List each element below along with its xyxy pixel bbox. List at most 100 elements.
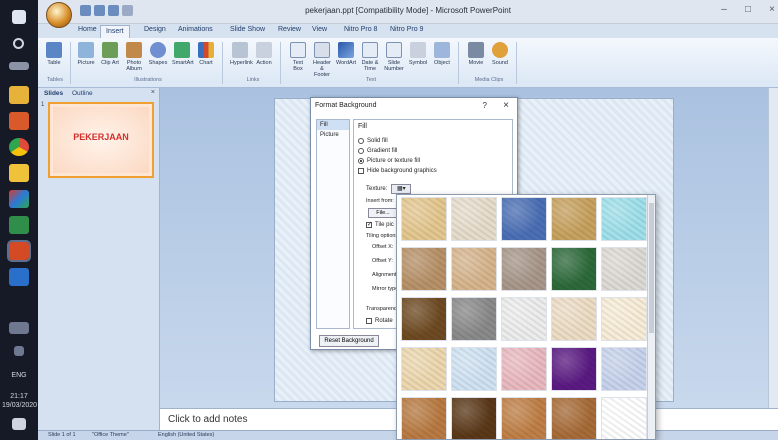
radio-button[interactable] [358,148,364,154]
shapes-button[interactable]: Shapes [148,42,168,66]
undo-icon[interactable] [94,5,105,16]
texture-swatch[interactable] [451,397,497,439]
tab-slide-show[interactable]: Slide Show [230,26,265,33]
nav-fill[interactable]: Fill [317,120,349,130]
texture-swatch[interactable] [401,397,447,439]
nav-picture[interactable]: Picture [317,130,349,140]
photo-album-button[interactable]: Photo Album [124,42,144,72]
tab-insert[interactable]: Insert [100,25,130,38]
texture-swatch[interactable] [601,197,647,241]
texture-swatch[interactable] [451,247,497,291]
maximize-button[interactable]: □ [738,4,758,15]
minimize-button[interactable]: – [714,4,734,15]
tab-review[interactable]: Review [278,26,301,33]
texture-swatch[interactable] [601,297,647,341]
app-icon-multicolor[interactable] [9,190,29,208]
tab-outline[interactable]: Outline [72,90,93,97]
clock-time[interactable]: 21:17 [2,393,36,400]
file-explorer-icon[interactable] [9,86,29,104]
tile-picture-checkbox[interactable]: ✓ Tile pic [366,222,394,228]
date-time-button[interactable]: Date & Time [360,42,380,72]
help-button[interactable]: ? [483,101,487,110]
app-icon-blue[interactable] [9,268,29,286]
picture-button[interactable]: Picture [76,42,96,66]
radio-button[interactable] [358,138,364,144]
dialog-close-button[interactable]: × [503,100,509,111]
picture-texture-fill-option[interactable]: Picture or texture fill [358,158,420,164]
checkbox-checked[interactable]: ✓ [366,222,372,228]
texture-swatch[interactable] [551,247,597,291]
save-icon[interactable] [80,5,91,16]
tab-design[interactable]: Design [144,26,166,33]
gallery-scrollbar[interactable] [647,195,655,439]
hyperlink-button[interactable]: Hyperlink [230,42,253,66]
app-icon-orange[interactable] [9,112,29,130]
app-icon-green[interactable] [9,216,29,234]
texture-swatch[interactable] [501,247,547,291]
texture-swatch[interactable] [551,347,597,391]
checkbox[interactable] [366,318,372,324]
text-box-button[interactable]: Text Box [288,42,308,72]
texture-swatch[interactable] [401,197,447,241]
powerpoint-icon[interactable] [7,240,31,262]
language-status[interactable]: English (United States) [158,432,214,438]
chrome-icon[interactable] [9,138,29,156]
radio-button-selected[interactable] [358,158,364,164]
close-button[interactable]: × [762,4,778,15]
sound-button[interactable]: Sound [490,42,510,66]
vertical-scrollbar[interactable] [768,88,778,408]
slide-number-button[interactable]: Slide Number [384,42,404,72]
texture-swatch[interactable] [501,397,547,439]
windows-start-icon[interactable] [12,10,26,24]
texture-swatch[interactable] [451,197,497,241]
tab-animations[interactable]: Animations [178,26,213,33]
texture-dropdown-button[interactable]: ▦▾ [391,184,412,194]
texture-swatch[interactable] [601,347,647,391]
texture-swatch[interactable] [401,347,447,391]
texture-swatch[interactable] [551,397,597,439]
solid-fill-option[interactable]: Solid fill [358,138,388,144]
wordart-button[interactable]: WordArt [336,42,356,66]
clip-art-button[interactable]: Clip Art [100,42,120,66]
hide-background-graphics-checkbox[interactable]: Hide background graphics [358,168,437,174]
chart-button[interactable]: Chart [196,42,216,66]
table-button[interactable]: Table [44,42,64,66]
movie-button[interactable]: Movie [466,42,486,66]
texture-swatch[interactable] [451,297,497,341]
symbol-button[interactable]: Symbol [408,42,428,66]
tab-slides[interactable]: Slides [44,90,63,97]
texture-swatch[interactable] [401,247,447,291]
texture-swatch[interactable] [601,397,647,439]
checkbox[interactable] [358,168,364,174]
texture-swatch[interactable] [451,347,497,391]
redo-icon[interactable] [108,5,119,16]
customize-qat-icon[interactable] [122,5,133,16]
search-icon[interactable] [13,38,24,49]
office-button[interactable] [46,2,72,28]
reset-background-button[interactable]: Reset Background [319,335,379,347]
object-button[interactable]: Object [432,42,452,66]
rotate-with-shape-checkbox[interactable]: Rotate [366,318,393,324]
action-button[interactable]: Action [254,42,274,66]
tab-nitro-pro-8[interactable]: Nitro Pro 8 [344,26,377,33]
texture-swatch[interactable] [551,297,597,341]
header-footer-button[interactable]: Header & Footer [312,42,332,78]
input-language[interactable]: ENG [2,372,36,379]
texture-swatch[interactable] [551,197,597,241]
task-view-icon[interactable] [9,62,29,70]
notification-icon[interactable] [12,418,26,430]
app-icon-yellow[interactable] [9,164,29,182]
tab-view[interactable]: View [312,26,327,33]
tab-nitro-pro-9[interactable]: Nitro Pro 9 [390,26,423,33]
scrollbar-thumb[interactable] [649,203,654,333]
texture-swatch[interactable] [601,247,647,291]
texture-swatch[interactable] [501,347,547,391]
close-panel-icon[interactable]: × [151,89,155,96]
tray-icons[interactable] [9,322,29,334]
texture-swatch[interactable] [401,297,447,341]
texture-swatch[interactable] [501,297,547,341]
tab-home[interactable]: Home [78,26,97,33]
gradient-fill-option[interactable]: Gradient fill [358,148,397,154]
smartart-button[interactable]: SmartArt [172,42,194,66]
volume-icon[interactable] [14,346,24,356]
